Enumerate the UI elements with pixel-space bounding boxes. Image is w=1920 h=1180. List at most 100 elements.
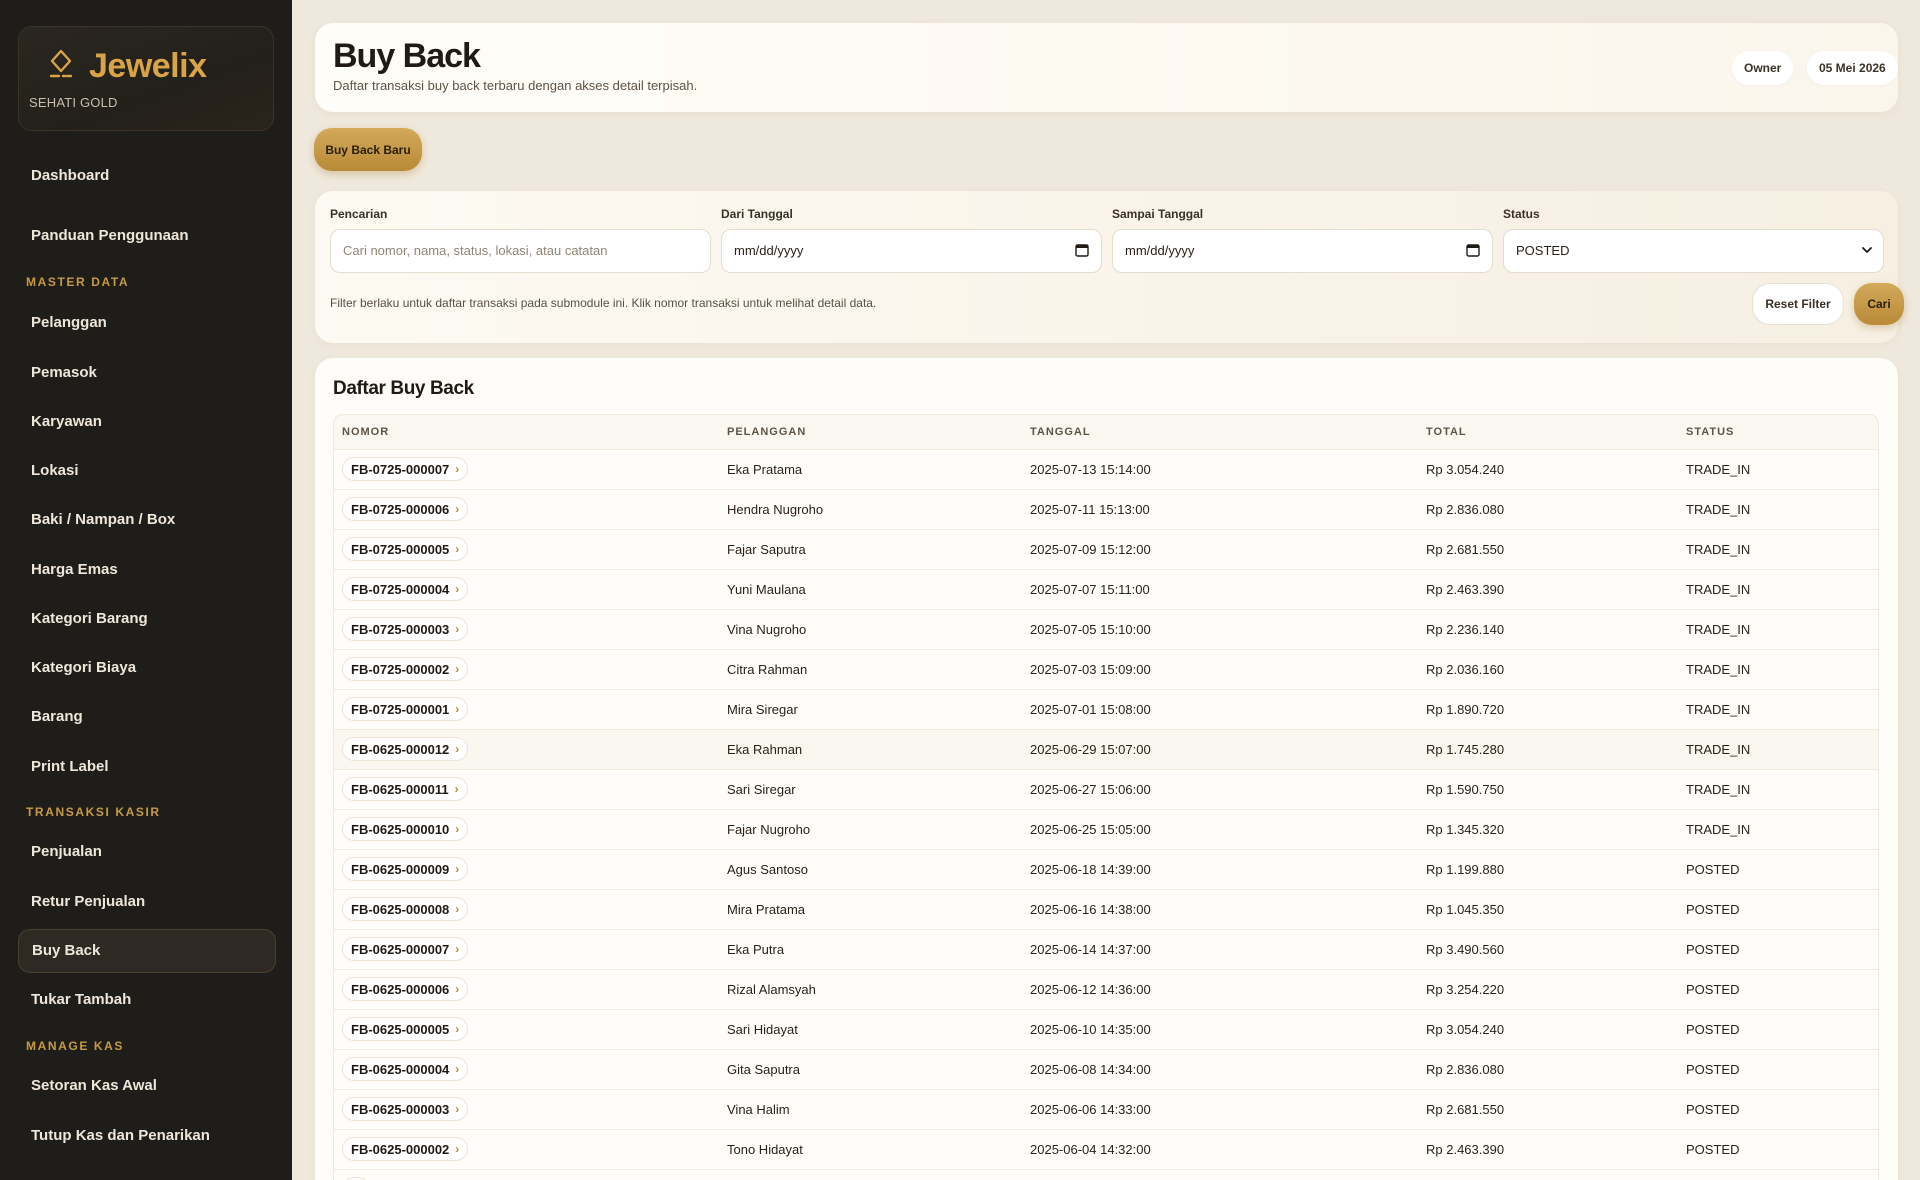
table-row[interactable]: FB-0725-000005 › Fajar Saputra 2025-07-09 1… <box>334 528 1878 569</box>
table-row[interactable]: FB-0625-000010 › Fajar Nugroho 2025-06-25 1… <box>334 808 1878 849</box>
column-header-tanggal[interactable]: TANGGAL <box>1022 415 1418 449</box>
calendar-icon[interactable] <box>1466 243 1480 257</box>
transaction-number-link[interactable]: FB-0725-000006 › <box>342 497 469 521</box>
cell-nomor: FB-0625-000003 › <box>334 1088 719 1129</box>
cell-pelanggan: Fajar Saputra <box>719 528 1022 569</box>
calendar-icon[interactable] <box>1075 243 1089 257</box>
cell-total: Rp 2.681.550 <box>1418 1088 1678 1129</box>
sidebar-item-pemasok[interactable]: Pemasok <box>18 351 276 395</box>
transaction-number-link[interactable]: FB-0625-000004 › <box>342 1057 469 1081</box>
table-row[interactable]: FB-0625-000007 › Eka Putra 2025-06-14 14:37… <box>334 928 1878 969</box>
transaction-number-link[interactable]: FB-0725-000002 › <box>342 657 469 681</box>
chevron-right-icon: › <box>455 1102 460 1116</box>
sidebar-item-lokasi[interactable]: Lokasi <box>18 449 276 493</box>
cell-total: Rp 2.681.550 <box>1418 528 1678 569</box>
sidebar-item-kategori-barang[interactable]: Kategori Barang <box>18 597 276 641</box>
page-title: Buy Back <box>333 37 481 75</box>
column-header-pelanggan[interactable]: PELANGGAN <box>719 415 1022 449</box>
transaction-number: FB-0625-000008 <box>351 901 450 917</box>
sidebar-item-retur-penjualan[interactable]: Retur Penjualan <box>18 880 276 924</box>
cell-total: Rp 1.045.350 <box>1418 888 1678 929</box>
transaction-number: FB-0625-000009 <box>351 861 450 877</box>
cell-status: POSTED <box>1678 848 1878 889</box>
new-buy-back-button[interactable]: Buy Back Baru <box>314 128 422 171</box>
search-input[interactable]: Cari nomor, nama, status, lokasi, atau c… <box>330 229 711 273</box>
from-date-input[interactable]: mm/dd/yyyy <box>721 229 1102 273</box>
buy-back-table: NOMOR PELANGGAN TANGGAL TOTAL STATUS FB-… <box>334 415 1878 1180</box>
sidebar-item-print-label[interactable]: Print Label <box>18 745 276 789</box>
column-header-status[interactable]: STATUS <box>1678 415 1878 449</box>
transaction-number: FB-0725-000001 <box>351 701 450 717</box>
transaction-number-link[interactable]: FB-0725-000003 › <box>342 617 469 641</box>
transaction-number-link[interactable]: FB-0725-000005 › <box>342 537 469 561</box>
cell-pelanggan: Vina Halim <box>719 1088 1022 1129</box>
transaction-number-link[interactable]: FB-0625-000006 › <box>342 977 469 1001</box>
sidebar-item-karyawan[interactable]: Karyawan <box>18 400 276 444</box>
cell-status: POSTED <box>1678 1048 1878 1089</box>
table-row[interactable]: FB-0625-000009 › Agus Santoso 2025-06-18 14… <box>334 848 1878 889</box>
brand-subtitle: SEHATI GOLD <box>29 95 118 110</box>
cell-nomor: FB-0725-000005 › <box>334 528 719 569</box>
chevron-right-icon: › <box>455 862 460 876</box>
transaction-number-link[interactable]: FB-0625-000007 › <box>342 937 469 961</box>
reset-filter-button[interactable]: Reset Filter <box>1752 283 1844 325</box>
sidebar-item-barang[interactable]: Barang <box>18 695 276 739</box>
transaction-number-link[interactable]: FB-0625-000011 › <box>342 777 468 801</box>
transaction-number-link[interactable]: FB-0625-000009 › <box>342 857 469 881</box>
cell-pelanggan: Agus Santoso <box>719 848 1022 889</box>
transaction-number-link[interactable]: FB-0625-000002 › <box>342 1137 469 1161</box>
search-button[interactable]: Cari <box>1854 283 1904 325</box>
transaction-number-link[interactable]: FB-0725-000001 › <box>342 697 469 721</box>
sidebar-item-setoran-kas-awal[interactable]: Setoran Kas Awal <box>18 1064 276 1108</box>
cell-status: POSTED <box>1678 1128 1878 1169</box>
cell-nomor: › <box>334 1168 719 1180</box>
sidebar-item-tukar-tambah[interactable]: Tukar Tambah <box>18 978 276 1022</box>
table-row[interactable]: FB-0625-000012 › Eka Rahman 2025-06-29 15:0… <box>334 728 1878 769</box>
sidebar-item-baki[interactable]: Baki / Nampan / Box <box>18 498 276 542</box>
transaction-number-link[interactable]: FB-0725-000007 › <box>342 457 469 481</box>
cell-tanggal: 2025-06-25 15:05:00 <box>1022 808 1418 849</box>
sidebar-item-buy-back[interactable]: Buy Back <box>18 929 276 973</box>
table-row[interactable]: FB-0725-000006 › Hendra Nugroho 2025-07-11 … <box>334 488 1878 529</box>
transaction-number-link[interactable]: FB-0725-000004 › <box>342 577 469 601</box>
table-row[interactable]: FB-0725-000002 › Citra Rahman 2025-07-03 15… <box>334 648 1878 689</box>
table-row[interactable]: FB-0725-000004 › Yuni Maulana 2025-07-07 15… <box>334 568 1878 609</box>
sidebar-item-dashboard[interactable]: Dashboard <box>18 154 276 198</box>
cell-total: Rp 2.836.080 <box>1418 488 1678 529</box>
table-row[interactable]: FB-0625-000004 › Gita Saputra 2025-06-08 14… <box>334 1048 1878 1089</box>
cell-tanggal: 2025-06-10 14:35:00 <box>1022 1008 1418 1049</box>
cell-total: Rp 3.054.240 <box>1418 448 1678 489</box>
sidebar-item-tutup-kas[interactable]: Tutup Kas dan Penarikan <box>18 1114 276 1158</box>
sidebar-item-penjualan[interactable]: Penjualan <box>18 830 276 874</box>
chevron-right-icon: › <box>455 1142 460 1156</box>
sidebar-item-harga-emas[interactable]: Harga Emas <box>18 548 276 592</box>
sidebar-item-panduan[interactable]: Panduan Penggunaan <box>18 214 276 258</box>
transaction-number-link[interactable]: FB-0625-000008 › <box>342 897 469 921</box>
sidebar-item-kategori-biaya[interactable]: Kategori Biaya <box>18 646 276 690</box>
table-row[interactable]: FB-0625-000008 › Mira Pratama 2025-06-16 14… <box>334 888 1878 929</box>
transaction-number-link[interactable]: FB-0625-000012 › <box>342 737 469 761</box>
table-row[interactable]: › <box>334 1168 1878 1180</box>
table-row[interactable]: FB-0625-000011 › Sari Siregar 2025-06-27 15… <box>334 768 1878 809</box>
column-header-nomor[interactable]: NOMOR <box>334 415 719 449</box>
table-row[interactable]: FB-0625-000005 › Sari Hidayat 2025-06-10 14… <box>334 1008 1878 1049</box>
cell-pelanggan: Mira Pratama <box>719 888 1022 929</box>
sidebar-item-pelanggan[interactable]: Pelanggan <box>18 301 276 345</box>
table-row[interactable]: FB-0625-000002 › Tono Hidayat 2025-06-04 14… <box>334 1128 1878 1169</box>
to-date-input[interactable]: mm/dd/yyyy <box>1112 229 1493 273</box>
status-select[interactable]: POSTED <box>1503 229 1884 273</box>
transaction-number-link[interactable]: FB-0625-000003 › <box>342 1097 469 1121</box>
table-row[interactable]: FB-0725-000003 › Vina Nugroho 2025-07-05 15… <box>334 608 1878 649</box>
table-row[interactable]: FB-0625-000003 › Vina Halim 2025-06-06 14:3… <box>334 1088 1878 1129</box>
cell-tanggal: 2025-06-27 15:06:00 <box>1022 768 1418 809</box>
table-row[interactable]: FB-0625-000006 › Rizal Alamsyah 2025-06-12 … <box>334 968 1878 1009</box>
cell-total: Rp 2.036.160 <box>1418 648 1678 689</box>
brand-card[interactable]: Jewelix SEHATI GOLD <box>18 26 274 131</box>
cell-status: POSTED <box>1678 1008 1878 1049</box>
transaction-number-link[interactable]: FB-0625-000010 › <box>342 817 469 841</box>
column-header-total[interactable]: TOTAL <box>1418 415 1678 449</box>
table-row[interactable]: FB-0725-000007 › Eka Pratama 2025-07-13 15:… <box>334 448 1878 489</box>
search-label: Pencarian <box>330 207 388 221</box>
table-row[interactable]: FB-0725-000001 › Mira Siregar 2025-07-01 15… <box>334 688 1878 729</box>
transaction-number-link[interactable]: FB-0625-000005 › <box>342 1017 469 1041</box>
